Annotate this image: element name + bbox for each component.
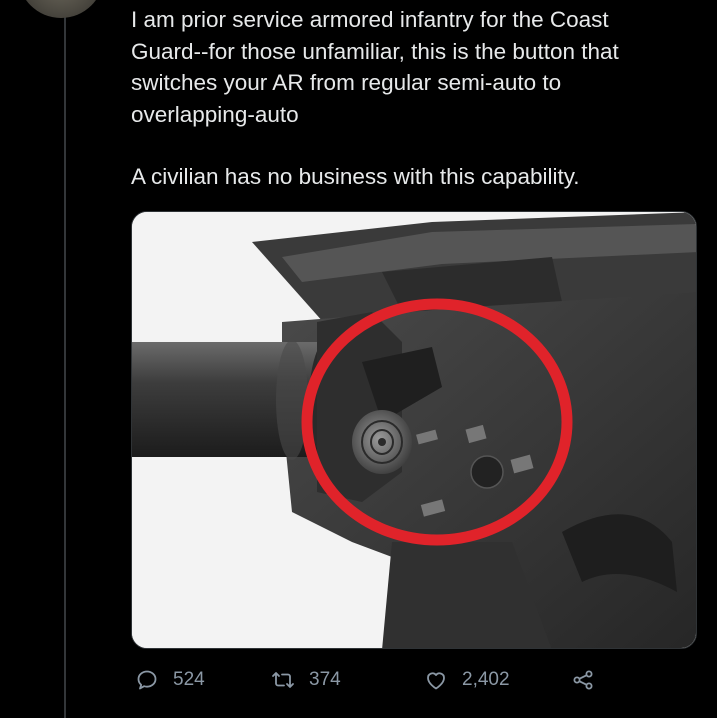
speech-bubble-icon xyxy=(137,670,157,690)
like-count: 2,402 xyxy=(462,669,510,690)
rifle-photo-illustration xyxy=(132,212,696,648)
retweet-button[interactable]: 374 xyxy=(271,668,341,692)
tweet-actions: 524 374 2,402 xyxy=(131,668,611,704)
thread-line xyxy=(64,14,66,718)
share-icon xyxy=(573,670,593,690)
reply-count: 524 xyxy=(173,669,205,690)
share-button[interactable] xyxy=(571,668,595,692)
like-button[interactable]: 2,402 xyxy=(424,668,510,692)
tweet-paragraph-1: I am prior service armored infantry for … xyxy=(131,7,619,127)
avatar[interactable] xyxy=(18,0,104,18)
retweet-count: 374 xyxy=(309,669,341,690)
tweet-photo[interactable] xyxy=(131,211,697,649)
retweet-icon xyxy=(272,672,294,688)
tweet-paragraph-2: A civilian has no business with this cap… xyxy=(131,164,580,189)
reply-button[interactable]: 524 xyxy=(135,668,205,692)
heart-icon xyxy=(427,672,445,690)
tweet-text: I am prior service armored infantry for … xyxy=(131,4,701,193)
